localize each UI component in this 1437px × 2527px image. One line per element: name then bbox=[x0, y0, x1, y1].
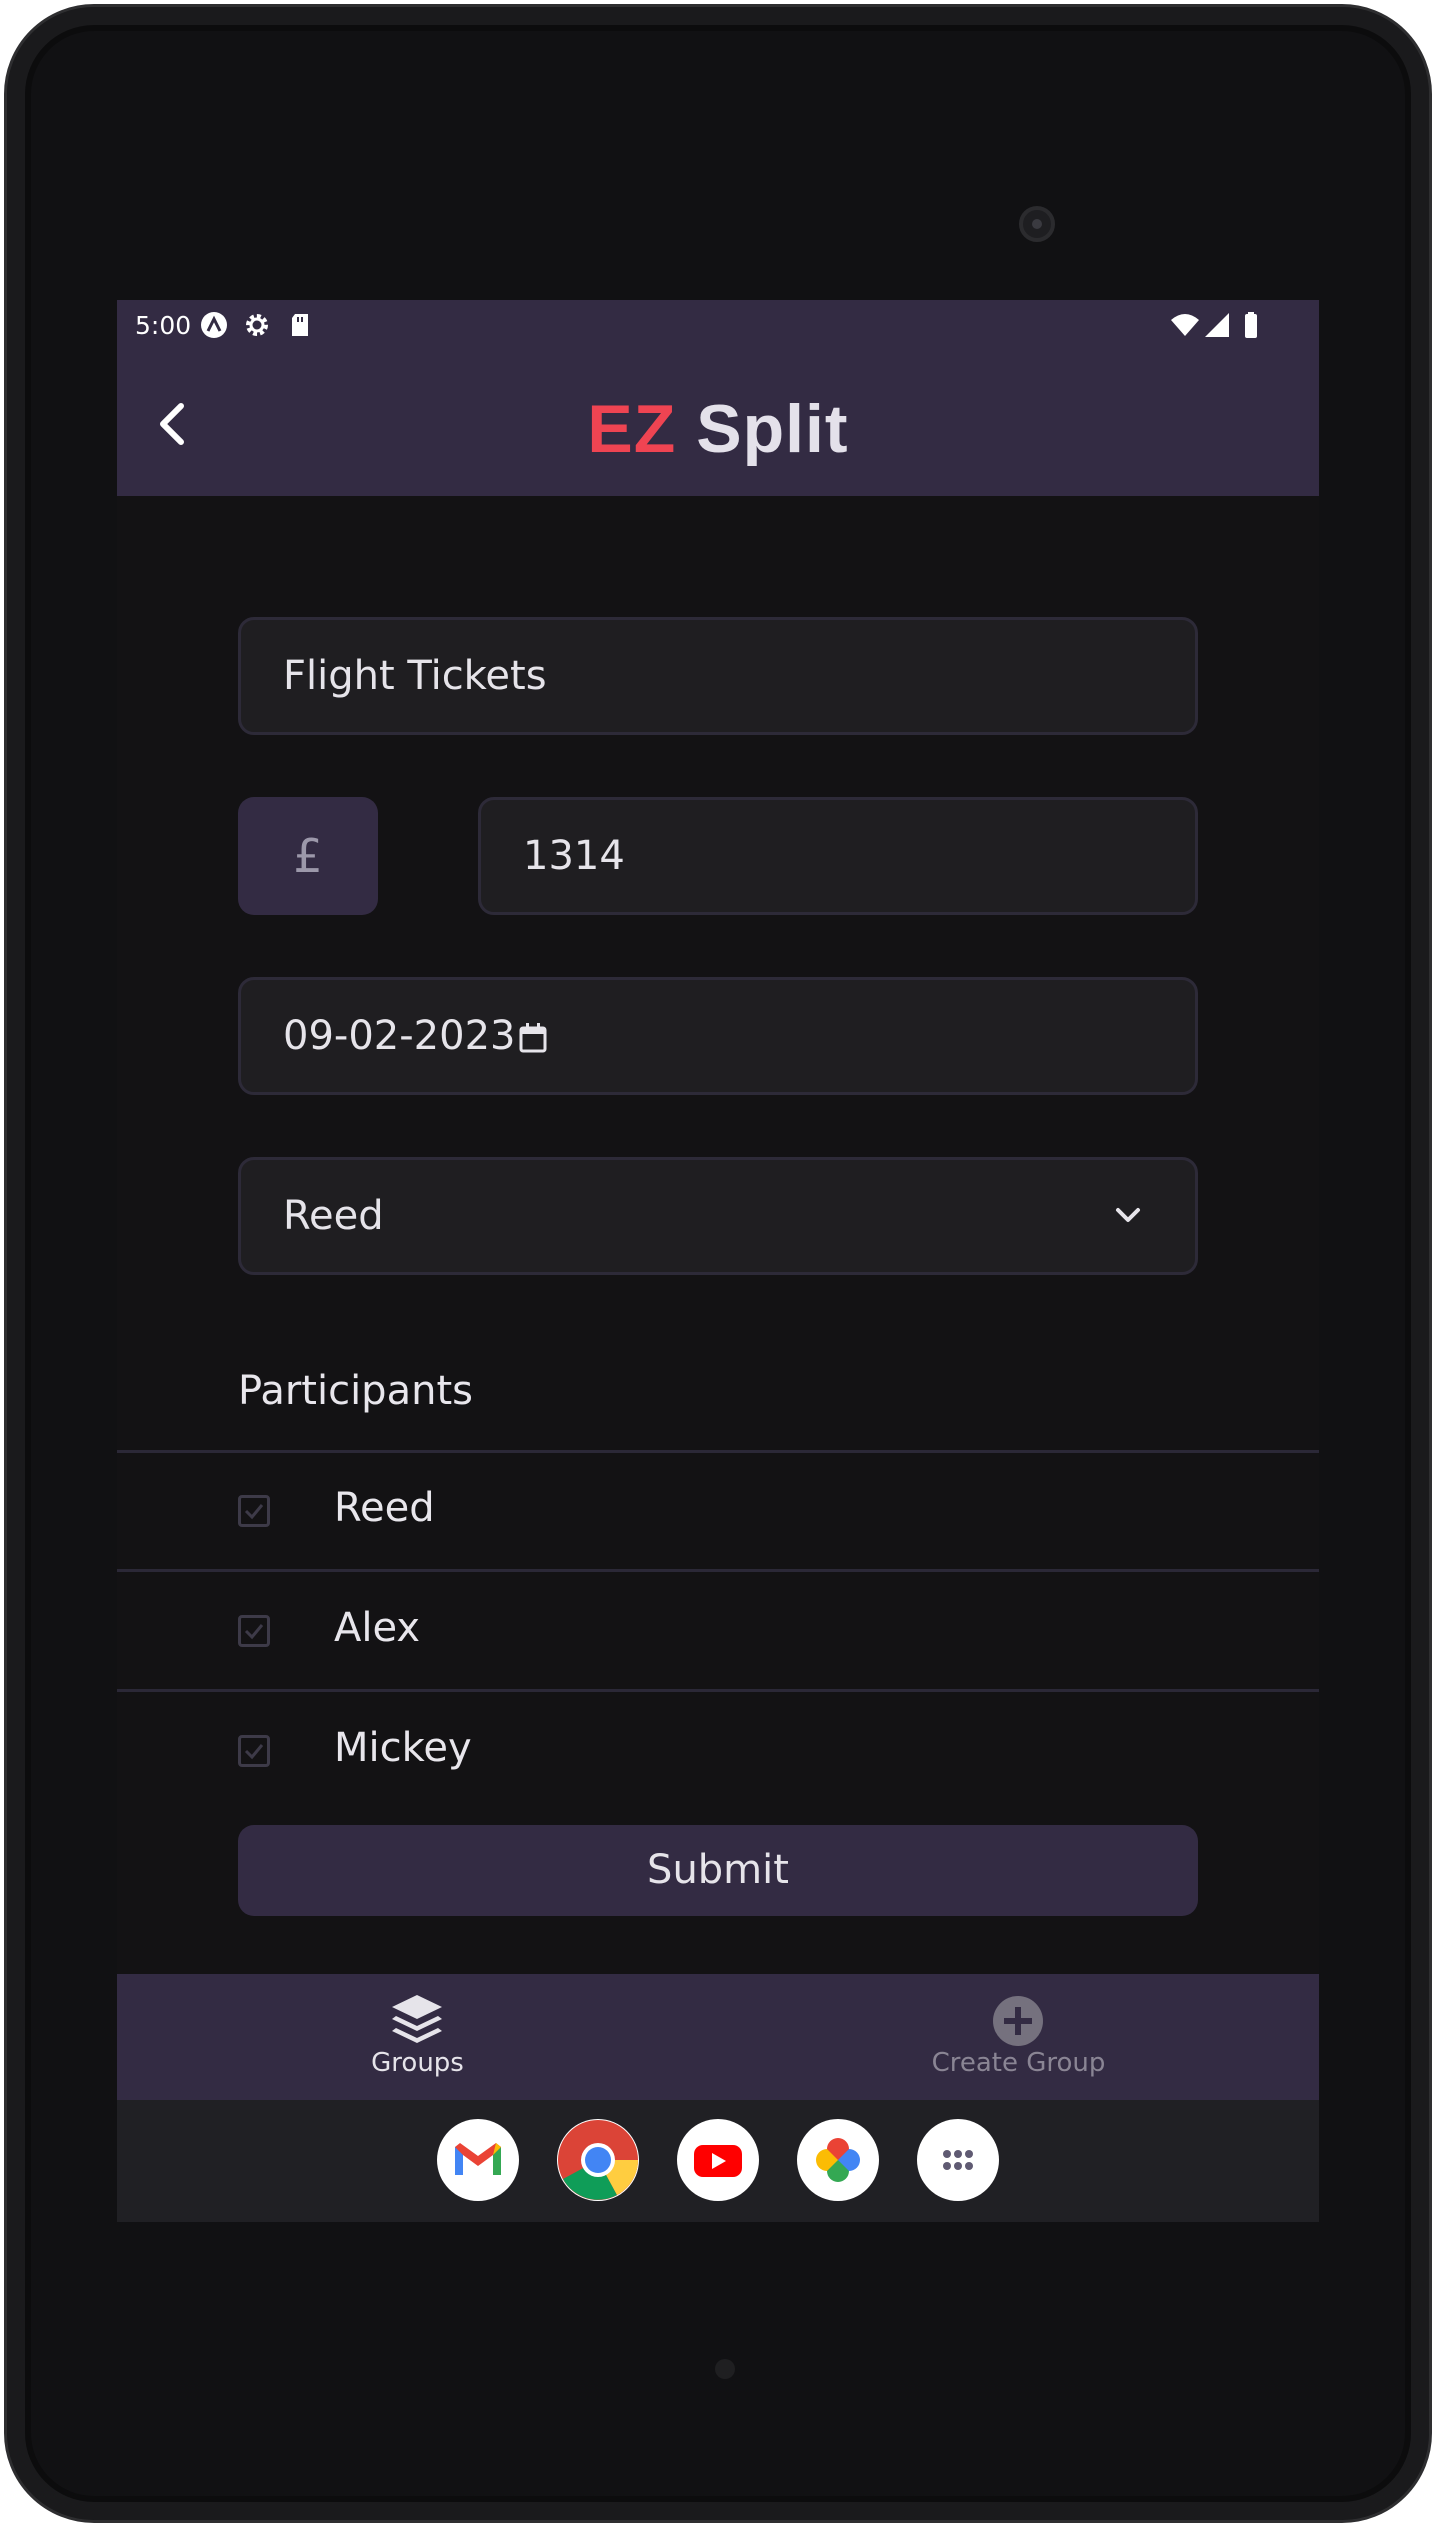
assistant-icon bbox=[201, 312, 227, 338]
battery-icon bbox=[1245, 312, 1257, 338]
status-time: 5:00 bbox=[135, 311, 192, 340]
payer-value: Reed bbox=[283, 1193, 384, 1239]
participant-name: Reed bbox=[334, 1485, 435, 1531]
description-input[interactable]: Flight Tickets bbox=[238, 617, 1198, 735]
app-title-rest: Split bbox=[696, 391, 849, 467]
participant-checkbox[interactable] bbox=[238, 1495, 270, 1527]
currency-symbol: £ bbox=[293, 829, 323, 883]
nav-groups-label: Groups bbox=[371, 2048, 464, 2078]
cell-signal-icon bbox=[1205, 313, 1229, 337]
photos-icon[interactable] bbox=[797, 2119, 879, 2201]
participant-row[interactable]: Alex bbox=[117, 1572, 1319, 1688]
amount-value: 1314 bbox=[523, 833, 625, 879]
description-value: Flight Tickets bbox=[283, 653, 547, 699]
participant-checkbox[interactable] bbox=[238, 1735, 270, 1767]
check-icon bbox=[244, 1504, 264, 1520]
participant-checkbox[interactable] bbox=[238, 1615, 270, 1647]
app-title: EZ Split bbox=[117, 390, 1319, 468]
calendar-icon[interactable] bbox=[518, 1022, 548, 1054]
payer-select[interactable]: Reed bbox=[238, 1157, 1198, 1275]
wifi-icon bbox=[1171, 314, 1199, 336]
date-value: 09-02-2023 bbox=[283, 1013, 516, 1059]
bottom-navigation: Groups Create Group bbox=[117, 1974, 1319, 2100]
check-icon bbox=[244, 1624, 264, 1640]
nav-groups[interactable]: Groups bbox=[117, 1974, 718, 2100]
submit-button[interactable]: Submit bbox=[238, 1825, 1198, 1916]
app-drawer-icon[interactable] bbox=[917, 2119, 999, 2201]
chrome-icon[interactable] bbox=[557, 2119, 639, 2201]
amount-input[interactable]: 1314 bbox=[478, 797, 1198, 915]
device-sensor bbox=[715, 2359, 735, 2379]
app-dock bbox=[117, 2100, 1319, 2222]
participant-name: Alex bbox=[334, 1605, 421, 1651]
plus-circle-icon bbox=[993, 1996, 1043, 2046]
status-bar: 5:00 bbox=[117, 300, 1319, 352]
date-input[interactable]: 09-02-2023 bbox=[238, 977, 1198, 1095]
gmail-icon[interactable] bbox=[437, 2119, 519, 2201]
nav-create-group[interactable]: Create Group bbox=[718, 1974, 1319, 2100]
settings-gear-icon bbox=[246, 314, 268, 336]
app-screen: 5:00 EZ Split Flight Tickets £ 1314 09-0… bbox=[117, 300, 1319, 2222]
sd-card-icon bbox=[292, 314, 308, 336]
participant-row[interactable]: Mickey bbox=[117, 1692, 1319, 1808]
participant-name: Mickey bbox=[334, 1725, 472, 1771]
participant-row[interactable]: Reed bbox=[117, 1453, 1319, 1569]
layers-icon bbox=[392, 1995, 442, 2043]
nav-create-group-label: Create Group bbox=[931, 2048, 1106, 2078]
front-camera bbox=[1019, 206, 1055, 242]
app-bar: EZ Split bbox=[117, 352, 1319, 496]
currency-button[interactable]: £ bbox=[238, 797, 378, 915]
check-icon bbox=[244, 1744, 264, 1760]
youtube-icon[interactable] bbox=[677, 2119, 759, 2201]
chevron-down-icon bbox=[1116, 1208, 1140, 1222]
participants-heading: Participants bbox=[238, 1368, 473, 1414]
app-title-accent: EZ bbox=[587, 391, 677, 467]
